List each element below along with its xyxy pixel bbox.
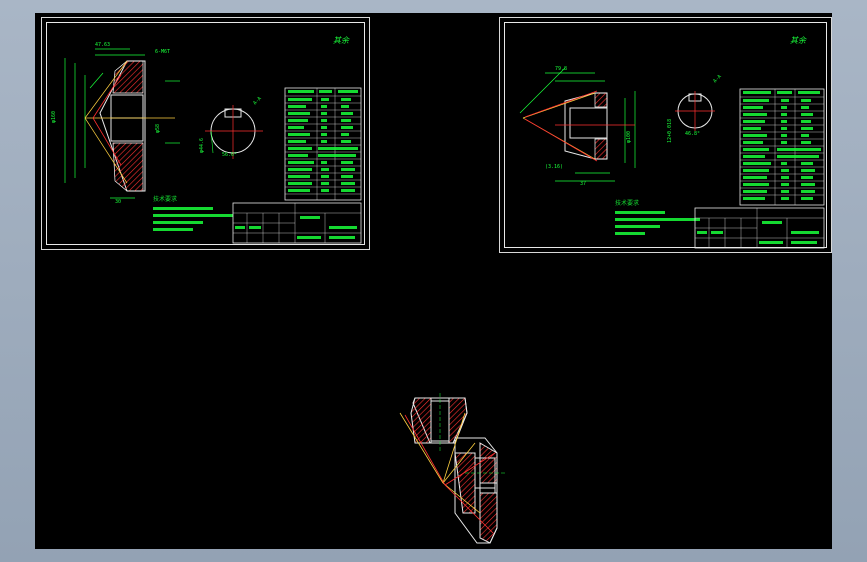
sheet-2-technical-notes: 技术要求	[615, 199, 700, 235]
sheet-1-hub-end-view: 56.6° φ44.6 A-A	[199, 96, 263, 159]
sheet-2-surface-finish-stamp: 其余	[790, 36, 807, 45]
svg-text:A-A: A-A	[252, 96, 263, 107]
svg-text:56.6°: 56.6°	[222, 152, 237, 158]
sheet-1-surface-finish-stamp: 其余	[333, 36, 350, 45]
sheet-1-gear-section-view: 47.63 6-M6T φ160 φ58 30	[51, 42, 180, 205]
sheet-1-title-block	[232, 202, 362, 244]
svg-text:φ160: φ160	[51, 111, 57, 123]
sheet-2-parameter-table	[739, 88, 825, 206]
svg-text:技术要求: 技术要求	[615, 199, 639, 207]
svg-text:(3.16): (3.16)	[545, 164, 563, 170]
sheet-1-technical-notes: 技术要求	[153, 195, 233, 231]
svg-text:φ58: φ58	[155, 124, 161, 133]
svg-text:30: 30	[115, 199, 121, 205]
svg-text:A-A: A-A	[712, 74, 723, 85]
svg-text:φ44.6: φ44.6	[199, 138, 205, 153]
svg-text:φ100: φ100	[626, 131, 632, 143]
svg-text:46.8°: 46.8°	[685, 131, 700, 137]
svg-text:12+0.018: 12+0.018	[667, 119, 673, 143]
cad-model-space[interactable]: 47.63 6-M6T φ160 φ58 30 56.6° φ44.6 A-A	[35, 13, 832, 549]
sheet-2-pinion-section-view: 79.8 (3.16) 37 φ100	[519, 66, 636, 187]
svg-text:37: 37	[580, 181, 586, 187]
svg-text:79.8: 79.8	[555, 66, 567, 72]
gear-assembly-view[interactable]	[399, 393, 505, 544]
svg-text:47.63: 47.63	[95, 42, 110, 48]
sheet-1-parameter-table	[284, 87, 362, 201]
sheet-2-title-block	[694, 207, 825, 249]
sheet-2-hub-end-view: 46.8° 12+0.018 A-A	[667, 74, 723, 143]
cad-drawing-canvas: 47.63 6-M6T φ160 φ58 30 56.6° φ44.6 A-A	[51, 36, 825, 544]
svg-text:技术要求: 技术要求	[153, 195, 177, 203]
svg-text:6-M6T: 6-M6T	[155, 49, 170, 55]
